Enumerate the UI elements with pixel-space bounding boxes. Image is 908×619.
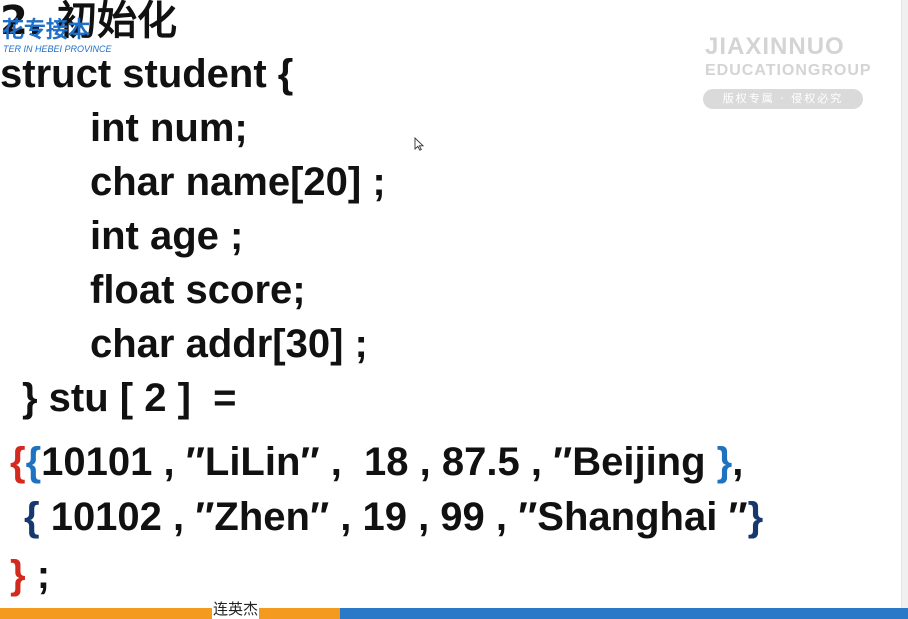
code-row-initializer-1: {{10101 , ″LiLin″ , 18 , 87.5 , ″Beijing… <box>10 440 743 485</box>
watermark-copyright-badge: 版权专属 · 侵权必究 <box>703 89 863 109</box>
code-line-array-decl: } stu [ 2 ] = <box>22 376 237 420</box>
open-brace-inner: { <box>25 440 42 484</box>
school-logo-text: 花专接本 <box>2 18 91 43</box>
row1-values: 10101 , ″LiLin″ , 18 , 87.5 , ″Beijing <box>41 440 717 484</box>
mouse-pointer-icon <box>414 137 424 151</box>
bottom-bar-blue <box>340 608 908 619</box>
code-line-num: int num; <box>90 106 248 150</box>
presenter-caption: 连英杰 <box>212 598 260 619</box>
watermark-brand: JIAXINNUO <box>705 33 845 60</box>
end-semicolon: ; <box>25 553 51 597</box>
code-line-score: float score; <box>90 268 306 312</box>
code-line-end: } ; <box>10 553 50 598</box>
right-scroll-strip <box>901 0 908 619</box>
close-brace-row2: } <box>747 495 764 539</box>
bottom-bar-orange <box>0 608 340 619</box>
open-brace-outer: { <box>10 440 26 484</box>
open-brace-row2: { <box>24 495 40 539</box>
code-line-name: char name[20] ; <box>90 160 386 204</box>
code-row-initializer-2: { 10102 , ″Zhen″ , 19 , 99 , ″Shanghai ″… <box>24 495 763 540</box>
row2-values: 10102 , ″Zhen″ , 19 , 99 , ″Shanghai ″ <box>39 495 748 539</box>
close-brace-row1: } <box>716 440 733 484</box>
row1-comma: , <box>732 440 744 484</box>
code-line-age: int age ; <box>90 214 244 258</box>
code-line-struct: struct student { <box>0 52 294 96</box>
close-brace-outer: } <box>10 553 26 597</box>
code-line-addr: char addr[30] ; <box>90 322 368 366</box>
watermark-group: EDUCATIONGROUP <box>705 62 872 79</box>
